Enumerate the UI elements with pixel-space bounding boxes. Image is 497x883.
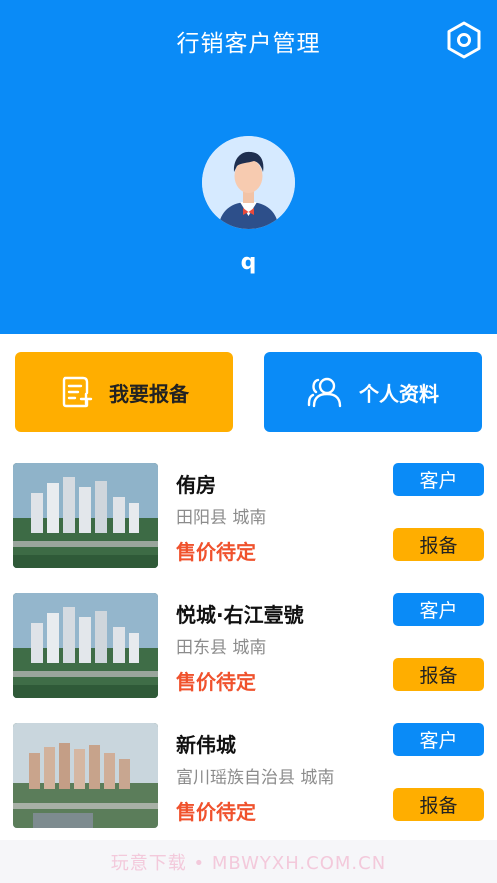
listing-report-button[interactable]: 报备 xyxy=(393,658,484,691)
property-price: 售价待定 xyxy=(176,670,256,694)
document-add-icon xyxy=(62,376,93,408)
listing-report-button[interactable]: 报备 xyxy=(393,528,484,561)
watermark: 玩意下载 • MBWYXH.COM.CN xyxy=(0,840,497,883)
property-name: 新伟城 xyxy=(176,733,236,757)
list-item[interactable]: 新伟城 富川瑶族自治县 城南 售价待定 客户 报备 xyxy=(0,723,497,833)
profile-button-label: 个人资料 xyxy=(359,381,439,406)
customer-button[interactable]: 客户 xyxy=(393,463,484,496)
app-title: 行销客户管理 xyxy=(176,31,321,57)
report-button[interactable]: 我要报备 xyxy=(15,352,233,432)
property-image xyxy=(13,723,158,828)
report-button-label: 我要报备 xyxy=(109,381,189,406)
list-item[interactable]: 侑房 田阳县 城南 售价待定 客户 报备 xyxy=(0,463,497,573)
username: q xyxy=(240,250,257,275)
property-location: 田东县 城南 xyxy=(176,638,267,658)
users-icon xyxy=(307,377,342,408)
property-price: 售价待定 xyxy=(176,540,256,564)
property-name: 侑房 xyxy=(176,473,216,497)
user-avatar-icon xyxy=(202,136,295,229)
profile-header: 行销客户管理 q xyxy=(0,0,497,334)
customer-button[interactable]: 客户 xyxy=(393,723,484,756)
property-location: 富川瑶族自治县 城南 xyxy=(176,768,335,788)
avatar[interactable] xyxy=(202,136,295,229)
list-item[interactable]: 悦城·右江壹號 田东县 城南 售价待定 客户 报备 xyxy=(0,593,497,703)
settings-icon[interactable] xyxy=(446,21,482,59)
property-location: 田阳县 城南 xyxy=(176,508,267,528)
property-price: 售价待定 xyxy=(176,800,256,824)
property-name: 悦城·右江壹號 xyxy=(176,603,304,627)
listing-report-button[interactable]: 报备 xyxy=(393,788,484,821)
profile-button[interactable]: 个人资料 xyxy=(264,352,482,432)
property-image xyxy=(13,463,158,568)
property-image xyxy=(13,593,158,698)
customer-button[interactable]: 客户 xyxy=(393,593,484,626)
